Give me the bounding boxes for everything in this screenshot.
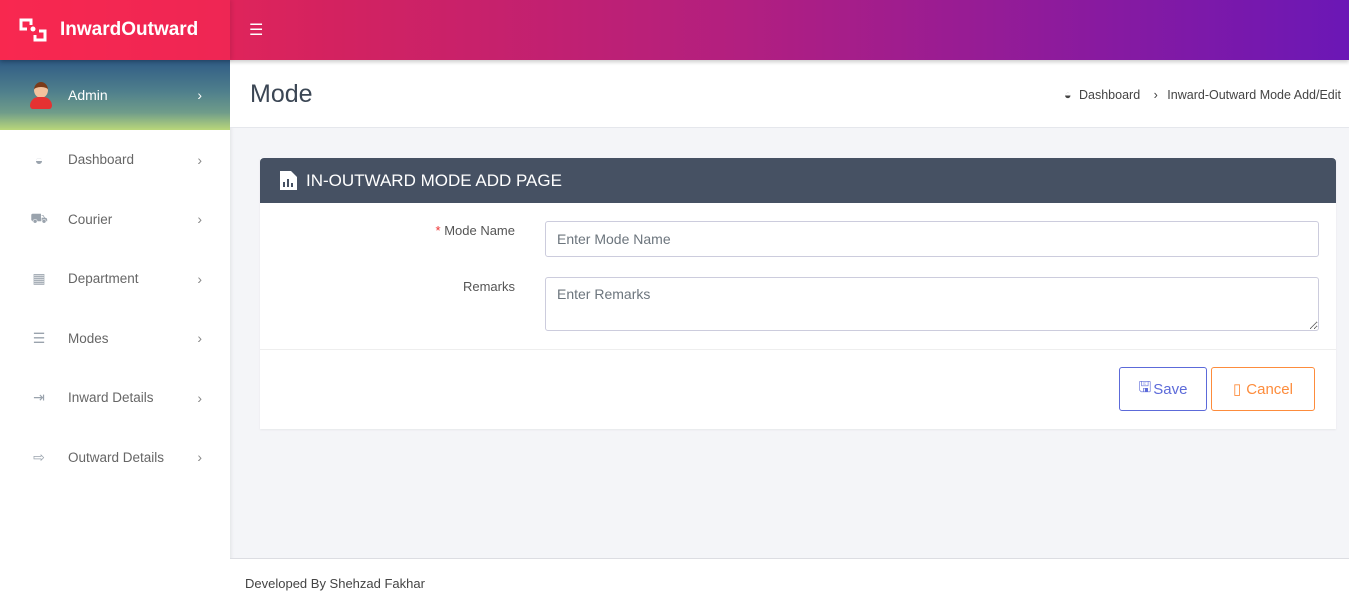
page-title: Mode	[250, 80, 313, 108]
card-header: IN-OUTWARD MODE ADD PAGE	[260, 158, 1336, 203]
tachometer-icon: ◒	[34, 151, 44, 168]
chevron-right-icon: ›	[197, 330, 202, 347]
remarks-label: Remarks	[462, 279, 515, 294]
footer: Developed By Shehzad Fakhar	[230, 558, 1349, 591]
sign-in-icon: ⇥	[33, 389, 45, 406]
brand-logo[interactable]: InwardOutward	[0, 0, 230, 60]
sidebar-item-department[interactable]: ▦ Department ›	[0, 249, 230, 309]
save-label: Save	[1153, 380, 1188, 398]
sidebar-item-label: Department	[68, 271, 139, 287]
breadcrumb-dashboard[interactable]: Dashboard	[1079, 88, 1140, 102]
required-marker: *	[435, 223, 441, 238]
chevron-right-icon: ›	[197, 270, 202, 287]
menu-toggle-icon[interactable]: ☰	[249, 20, 263, 40]
server-icon: ☰	[32, 329, 46, 346]
building-icon: ▦	[32, 270, 46, 287]
sign-out-icon: ⇨	[33, 448, 45, 465]
exchange-icon	[19, 18, 47, 42]
cancel-label: Cancel	[1246, 380, 1293, 398]
page-header: Mode ◒ Dashboard › Inward-Outward Mode A…	[230, 60, 1349, 128]
tachometer-icon: ◒	[1063, 88, 1072, 102]
breadcrumb-current: Inward-Outward Mode Add/Edit	[1167, 88, 1341, 102]
footer-text: Developed By Shehzad Fakhar	[245, 576, 425, 591]
save-button[interactable]: 🖫 Save	[1119, 367, 1207, 411]
mode-name-label: * Mode Name	[436, 223, 516, 238]
trash-icon: ▯	[1233, 381, 1242, 398]
remarks-input[interactable]	[545, 277, 1319, 331]
chevron-right-icon: ›	[197, 151, 202, 168]
cancel-button[interactable]: ▯ Cancel	[1211, 367, 1315, 411]
sidebar-item-inward-details[interactable]: ⇥ Inward Details ›	[0, 368, 230, 428]
sidebar-item-courier[interactable]: ⛟ Courier ›	[0, 190, 230, 250]
mode-form-card: IN-OUTWARD MODE ADD PAGE * Mode Name Rem…	[260, 158, 1336, 429]
sidebar-item-label: Modes	[68, 330, 109, 346]
divider	[260, 349, 1336, 350]
user-panel[interactable]: Admin ›	[0, 60, 230, 130]
sidebar-item-label: Dashboard	[68, 152, 135, 168]
breadcrumb-separator: ›	[1153, 88, 1158, 102]
chevron-right-icon: ›	[197, 211, 202, 228]
truck-icon: ⛟	[30, 209, 48, 226]
chevron-right-icon: ›	[197, 389, 202, 406]
breadcrumb: ◒ Dashboard › Inward-Outward Mode Add/Ed…	[1064, 88, 1341, 102]
sidebar-item-label: Inward Details	[68, 390, 154, 406]
chevron-right-icon: ›	[197, 87, 202, 103]
avatar	[28, 80, 54, 110]
floppy-disk-icon: 🖫	[1138, 378, 1152, 396]
user-name: Admin	[68, 87, 108, 103]
chevron-right-icon: ›	[197, 449, 202, 466]
mode-name-input[interactable]	[545, 221, 1319, 257]
top-bar: InwardOutward ☰	[0, 0, 1349, 60]
card-title: IN-OUTWARD MODE ADD PAGE	[306, 170, 562, 190]
sidebar-item-label: Outward Details	[68, 449, 165, 465]
sidebar: Admin › ◒ Dashboard › ⛟ Courier › ▦ Departmen…	[0, 60, 230, 591]
sidebar-item-modes[interactable]: ☰ Modes ›	[0, 309, 230, 369]
app-title: InwardOutward	[60, 19, 199, 40]
mode-name-label-text: Mode Name	[444, 223, 515, 238]
sidebar-item-label: Courier	[68, 211, 113, 227]
file-chart-icon	[280, 171, 297, 190]
sidebar-item-dashboard[interactable]: ◒ Dashboard ›	[0, 130, 230, 190]
sidebar-item-outward-details[interactable]: ⇨ Outward Details ›	[0, 428, 230, 488]
